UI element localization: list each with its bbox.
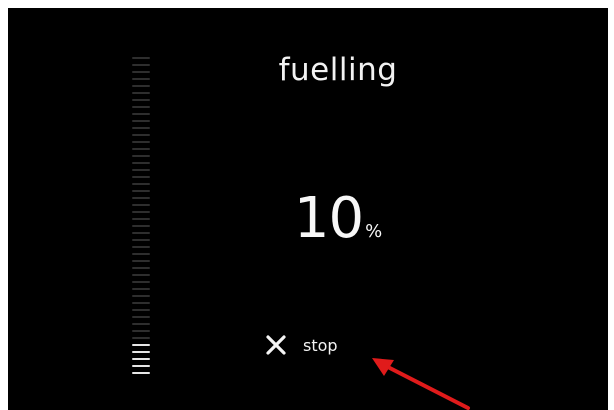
gauge-tick-filled <box>132 372 150 374</box>
gauge-tick-filled <box>132 351 150 353</box>
gauge-tick <box>132 302 150 304</box>
gauge-tick <box>132 190 150 192</box>
progress-readout: 10% <box>208 186 468 251</box>
gauge-tick <box>132 246 150 248</box>
gauge-tick <box>132 323 150 325</box>
gauge-tick <box>132 281 150 283</box>
fuelling-screen: fuelling 10% stop <box>8 8 608 410</box>
gauge-tick <box>132 78 150 80</box>
gauge-tick <box>132 309 150 311</box>
gauge-tick <box>132 253 150 255</box>
fuel-level-gauge <box>120 57 164 379</box>
gauge-tick-filled <box>132 344 150 346</box>
gauge-tick <box>132 232 150 234</box>
gauge-tick <box>132 134 150 136</box>
progress-value: 10 <box>293 186 364 251</box>
gauge-tick <box>132 211 150 213</box>
gauge-tick <box>132 162 150 164</box>
gauge-tick-filled <box>132 358 150 360</box>
gauge-tick <box>132 204 150 206</box>
gauge-tick <box>132 85 150 87</box>
gauge-tick <box>132 274 150 276</box>
close-icon <box>263 332 289 358</box>
gauge-tick <box>132 218 150 220</box>
gauge-tick <box>132 64 150 66</box>
gauge-tick <box>132 71 150 73</box>
gauge-tick <box>132 295 150 297</box>
stop-button[interactable]: stop <box>263 328 383 362</box>
gauge-tick <box>132 120 150 122</box>
gauge-tick <box>132 337 150 339</box>
gauge-tick <box>132 183 150 185</box>
gauge-tick <box>132 127 150 129</box>
gauge-tick <box>132 106 150 108</box>
gauge-tick <box>132 239 150 241</box>
gauge-tick <box>132 260 150 262</box>
gauge-tick <box>132 99 150 101</box>
gauge-tick <box>132 92 150 94</box>
gauge-tick <box>132 176 150 178</box>
gauge-tick <box>132 169 150 171</box>
gauge-track <box>132 57 150 379</box>
progress-unit: % <box>365 221 383 242</box>
gauge-tick <box>132 141 150 143</box>
device-frame: fuelling 10% stop <box>0 0 614 410</box>
stop-button-label: stop <box>303 335 338 355</box>
gauge-tick <box>132 57 150 59</box>
gauge-tick-filled <box>132 365 150 367</box>
gauge-tick <box>132 225 150 227</box>
status-title: fuelling <box>278 52 398 88</box>
gauge-tick <box>132 113 150 115</box>
gauge-tick <box>132 316 150 318</box>
gauge-tick <box>132 330 150 332</box>
gauge-tick <box>132 155 150 157</box>
gauge-tick <box>132 288 150 290</box>
gauge-tick <box>132 197 150 199</box>
gauge-tick <box>132 267 150 269</box>
gauge-tick <box>132 148 150 150</box>
